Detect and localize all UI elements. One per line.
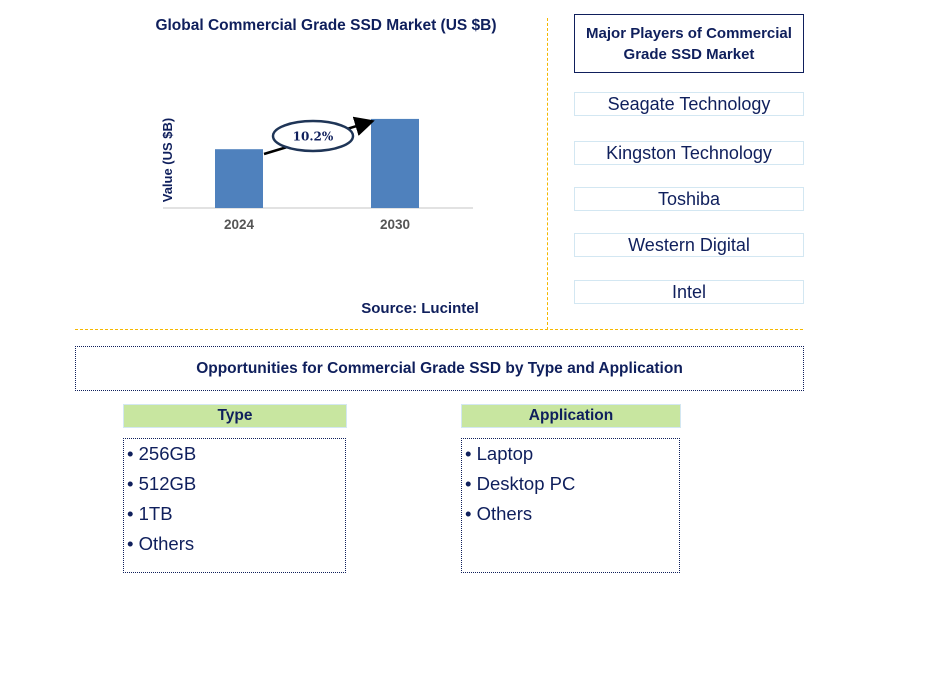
bar-chart: Value (US $B) 2024 2030 10.2% [160, 116, 473, 232]
player-item: Kingston Technology [574, 141, 804, 165]
type-item: • 256GB [127, 443, 197, 464]
chart-title: Global Commercial Grade SSD Market (US $… [155, 17, 497, 34]
bar-2030 [371, 118, 419, 208]
vertical-divider [547, 18, 548, 330]
application-item: • Laptop [465, 443, 534, 464]
bar-2024 [215, 149, 263, 208]
y-axis-label: Value (US $B) [160, 118, 175, 203]
cagr-label: 10.2% [293, 130, 334, 144]
type-item: • 1TB [127, 503, 173, 524]
players-title-text: Major Players of Commercial Grade SSD Ma… [586, 24, 792, 63]
player-item: Toshiba [574, 187, 804, 211]
application-item: • Others [465, 503, 533, 524]
type-item: • 512GB [127, 473, 197, 494]
horizontal-divider [75, 329, 803, 330]
x-tick-label: 2024 [224, 217, 255, 232]
type-item: • Others [127, 533, 195, 554]
type-header: Type [123, 404, 347, 428]
x-tick-label: 2030 [380, 217, 410, 232]
opportunities-title-text: Opportunities for Commercial Grade SSD b… [196, 359, 683, 377]
source-label: Source: Lucintel [361, 300, 479, 317]
player-item: Seagate Technology [574, 92, 804, 116]
application-header: Application [461, 404, 681, 428]
application-item: • Desktop PC [465, 473, 576, 494]
player-item: Intel [574, 280, 804, 304]
application-list: • Laptop • Desktop PC • Others [461, 438, 680, 573]
opportunities-title: Opportunities for Commercial Grade SSD b… [75, 346, 804, 391]
player-item: Western Digital [574, 233, 804, 257]
type-list: • 256GB • 512GB • 1TB • Others [123, 438, 346, 573]
players-title: Major Players of Commercial Grade SSD Ma… [574, 14, 804, 73]
